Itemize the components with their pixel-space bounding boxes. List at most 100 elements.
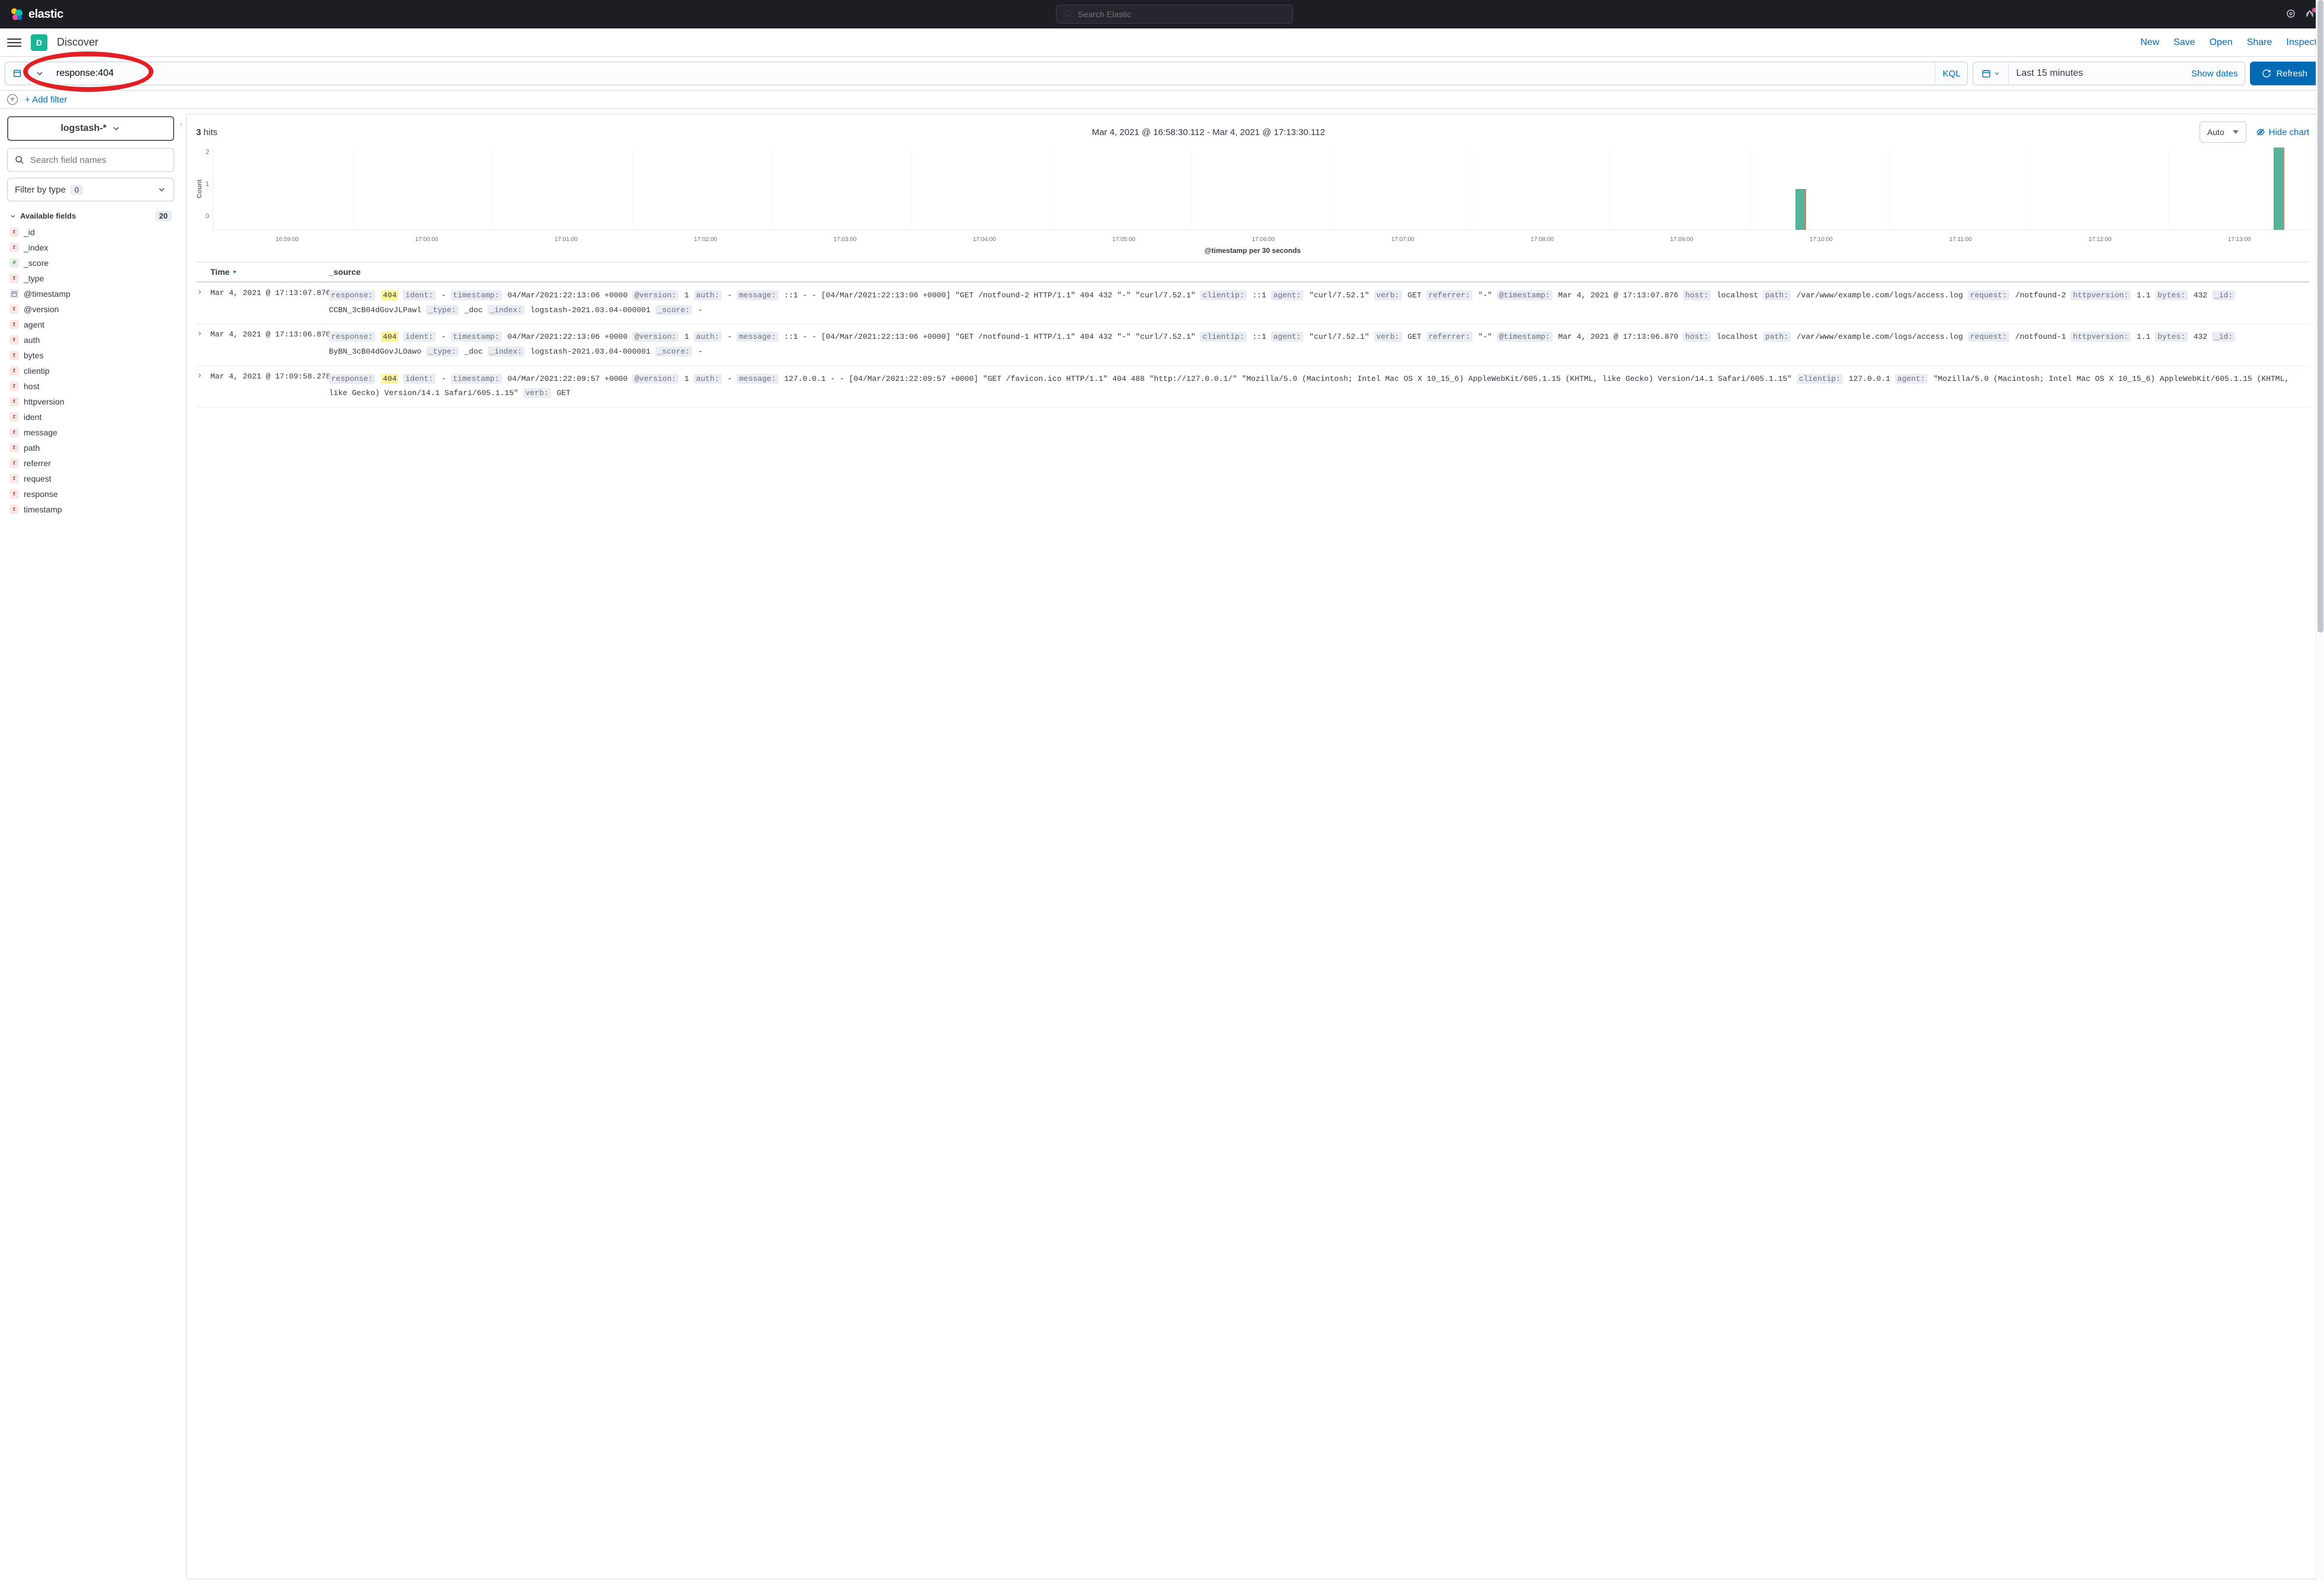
field-search[interactable] bbox=[7, 148, 174, 172]
newsfeed-icon[interactable] bbox=[2286, 9, 2296, 20]
field-item[interactable]: tauth bbox=[7, 332, 174, 348]
hit-count: 3 hits bbox=[196, 127, 217, 137]
field-item[interactable]: tagent bbox=[7, 317, 174, 332]
field-search-input[interactable] bbox=[30, 155, 167, 165]
field-name: request bbox=[24, 474, 52, 483]
field-name: @version bbox=[24, 304, 59, 314]
expand-row-toggle[interactable] bbox=[196, 288, 210, 318]
action-new[interactable]: New bbox=[2140, 37, 2159, 48]
field-type-icon: t bbox=[9, 412, 19, 422]
chart-plot-area[interactable] bbox=[213, 148, 2309, 230]
scrollbar-thumb[interactable] bbox=[2317, 0, 2323, 633]
chart-bar[interactable] bbox=[2274, 148, 2284, 230]
expand-row-toggle[interactable] bbox=[196, 330, 210, 359]
filter-by-type-label: Filter by type bbox=[15, 185, 66, 195]
date-quick-select[interactable] bbox=[1973, 62, 2009, 85]
field-item[interactable]: t referrer bbox=[7, 456, 174, 471]
field-item[interactable]: tpath bbox=[7, 440, 174, 456]
field-name: response bbox=[24, 489, 58, 499]
field-item[interactable]: t message bbox=[7, 425, 174, 440]
field-name: ident bbox=[24, 412, 41, 422]
action-open[interactable]: Open bbox=[2210, 37, 2233, 48]
field-name: host bbox=[24, 381, 39, 391]
index-pattern-selector[interactable]: logstash-* bbox=[7, 116, 174, 141]
collapse-sidebar-icon[interactable] bbox=[179, 120, 181, 129]
field-type-icon: t bbox=[9, 428, 19, 437]
field-name: referrer bbox=[24, 458, 51, 468]
field-type-icon: t bbox=[9, 243, 19, 252]
nav-toggle-icon[interactable] bbox=[7, 36, 21, 50]
interval-selector[interactable]: Auto bbox=[2200, 121, 2246, 143]
field-name: auth bbox=[24, 335, 40, 345]
field-item[interactable]: tident bbox=[7, 409, 174, 425]
doc-table-body: Mar 4, 2021 @ 17:13:07.876response: 404 … bbox=[196, 283, 2309, 408]
field-type-icon bbox=[9, 289, 19, 299]
field-item[interactable]: thost bbox=[7, 379, 174, 394]
elastic-logo-icon bbox=[9, 7, 24, 21]
field-list: t_idt_index#_scoret_type@timestampt@vers… bbox=[7, 225, 174, 517]
row-source: response: 404 ident: - timestamp: 04/Mar… bbox=[329, 330, 2309, 359]
y-axis-label: Count bbox=[196, 179, 203, 198]
chart-header: 3 hits Mar 4, 2021 @ 16:58:30.112 - Mar … bbox=[196, 121, 2309, 143]
query-options-toggle[interactable] bbox=[29, 62, 49, 85]
field-item[interactable]: trequest bbox=[7, 471, 174, 486]
row-source: response: 404 ident: - timestamp: 04/Mar… bbox=[329, 372, 2309, 401]
field-item[interactable]: tclientip bbox=[7, 363, 174, 379]
query-language-toggle[interactable]: KQL bbox=[1935, 62, 1967, 85]
col-time-header[interactable]: Time bbox=[210, 267, 329, 277]
row-time: Mar 4, 2021 @ 17:09:58.278 bbox=[210, 372, 329, 401]
help-icon[interactable] bbox=[2305, 9, 2315, 20]
field-type-icon: t bbox=[9, 458, 19, 468]
fields-sidebar: logstash-* Filter by type 0 Available fi… bbox=[0, 109, 181, 1584]
field-item[interactable]: tbytes bbox=[7, 348, 174, 363]
doc-table-header: Time _source bbox=[196, 262, 2309, 283]
expand-row-toggle[interactable] bbox=[196, 372, 210, 401]
field-item[interactable]: @timestamp bbox=[7, 286, 174, 302]
action-save[interactable]: Save bbox=[2173, 37, 2195, 48]
global-search[interactable] bbox=[1056, 5, 1293, 24]
query-toolbar: KQL Last 15 minutes Show dates Refresh bbox=[0, 57, 2324, 91]
space-badge[interactable]: D bbox=[31, 34, 47, 51]
table-row: Mar 4, 2021 @ 17:09:58.278response: 404 … bbox=[196, 366, 2309, 408]
field-item[interactable]: t timestamp bbox=[7, 502, 174, 517]
action-inspect[interactable]: Inspect bbox=[2286, 37, 2317, 48]
saved-query-icon[interactable] bbox=[5, 62, 29, 85]
table-row: Mar 4, 2021 @ 17:13:07.876response: 404 … bbox=[196, 283, 2309, 324]
scrollbar[interactable] bbox=[2316, 0, 2324, 1582]
refresh-button[interactable]: Refresh bbox=[2250, 62, 2319, 85]
field-item[interactable]: thttpversion bbox=[7, 394, 174, 409]
field-type-icon: t bbox=[9, 397, 19, 406]
field-name: message bbox=[24, 428, 57, 437]
filter-menu-icon[interactable] bbox=[7, 94, 18, 105]
eye-closed-icon bbox=[2256, 127, 2265, 137]
field-name: timestamp bbox=[24, 505, 62, 514]
field-item[interactable]: t _index bbox=[7, 240, 174, 255]
row-source: response: 404 ident: - timestamp: 04/Mar… bbox=[329, 288, 2309, 318]
index-pattern-label: logstash-* bbox=[60, 123, 106, 134]
chart-bar[interactable] bbox=[1795, 189, 1806, 230]
date-range-text[interactable]: Last 15 minutes bbox=[2009, 68, 2184, 79]
field-item[interactable]: #_score bbox=[7, 255, 174, 271]
query-input[interactable] bbox=[49, 68, 1935, 79]
time-range-display: Mar 4, 2021 @ 16:58:30.112 - Mar 4, 2021… bbox=[227, 127, 2190, 137]
field-type-icon: t bbox=[9, 505, 19, 514]
field-item[interactable]: t@version bbox=[7, 302, 174, 317]
elastic-logo[interactable]: elastic bbox=[9, 7, 63, 21]
available-fields-header[interactable]: Available fields 20 bbox=[7, 207, 174, 225]
global-search-input[interactable] bbox=[1078, 9, 1285, 19]
x-axis-label: @timestamp per 30 seconds bbox=[196, 246, 2309, 255]
hide-chart-button[interactable]: Hide chart bbox=[2256, 127, 2309, 137]
field-item[interactable]: tresponse bbox=[7, 486, 174, 502]
field-item[interactable]: t_id bbox=[7, 225, 174, 240]
action-share[interactable]: Share bbox=[2247, 37, 2272, 48]
field-name: _index bbox=[24, 243, 48, 252]
filter-by-type[interactable]: Filter by type 0 bbox=[7, 178, 174, 201]
add-filter-button[interactable]: + Add filter bbox=[25, 95, 67, 105]
show-dates-link[interactable]: Show dates bbox=[2184, 69, 2245, 79]
field-item[interactable]: t _type bbox=[7, 271, 174, 286]
field-type-icon: t bbox=[9, 274, 19, 283]
available-fields-count: 20 bbox=[155, 211, 172, 221]
field-name: _type bbox=[24, 274, 44, 283]
global-header: elastic bbox=[0, 0, 2324, 28]
histogram-chart[interactable]: Count 2 1 0 bbox=[196, 148, 2309, 230]
